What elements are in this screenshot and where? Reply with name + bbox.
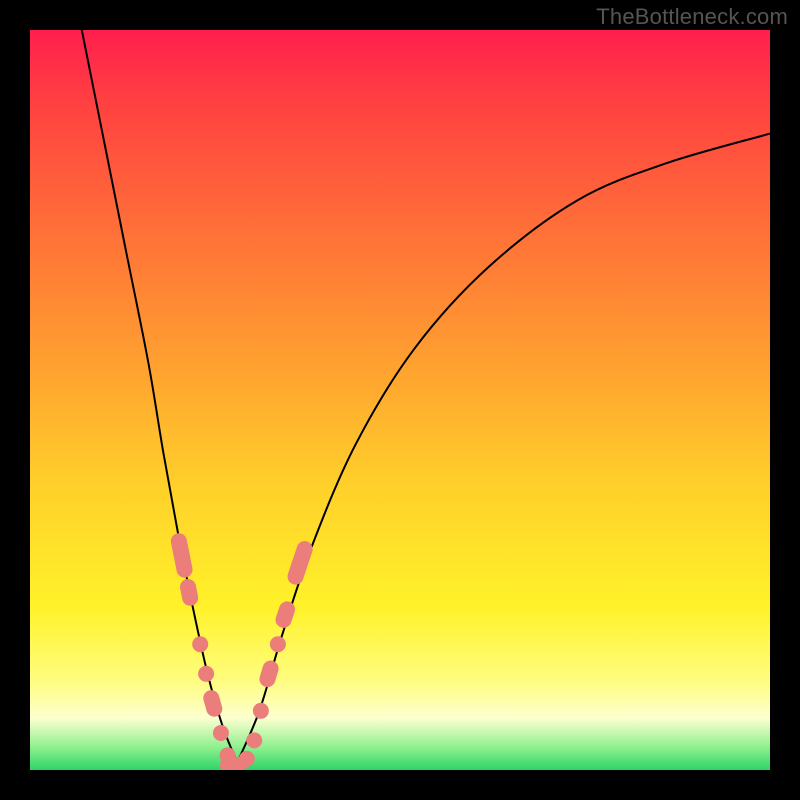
bead-pill	[285, 539, 314, 587]
right-curve	[237, 134, 770, 763]
bead-pill	[257, 659, 280, 689]
bead-dot	[270, 636, 286, 652]
bead-dot	[246, 732, 262, 748]
plot-area	[30, 30, 770, 770]
curve-layer	[30, 30, 770, 770]
watermark-text: TheBottleneck.com	[596, 4, 788, 30]
bead-dot	[198, 666, 214, 682]
bead-dot	[213, 725, 229, 741]
left-curve	[82, 30, 237, 763]
curve-beads	[169, 532, 314, 770]
bead-dot	[253, 703, 269, 719]
bead-dot	[239, 751, 255, 767]
bead-dot	[192, 636, 208, 652]
bead-pill	[201, 688, 224, 718]
bead-pill	[273, 599, 297, 630]
bead-pill	[169, 532, 194, 579]
bead-pill	[179, 578, 200, 608]
chart-frame: TheBottleneck.com	[0, 0, 800, 800]
